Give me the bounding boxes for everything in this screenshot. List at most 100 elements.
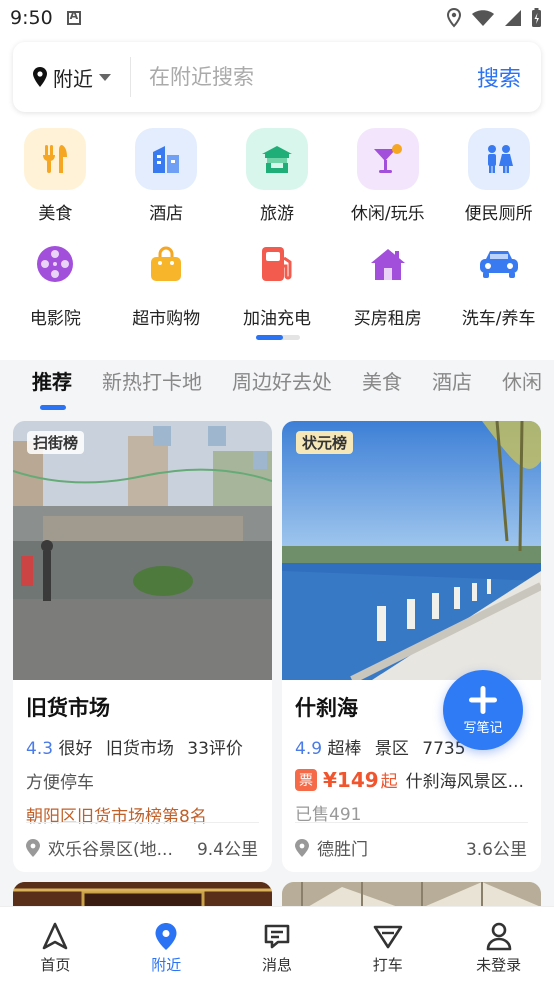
nav-label: 未登录: [476, 956, 522, 974]
tab-food[interactable]: 美食: [362, 366, 402, 395]
place-card[interactable]: 扫街榜 旧货市场 4.3 很好 旧货市场 33评价 方便停车 朝阳区旧货市场榜第…: [13, 421, 272, 872]
location-label: 附近: [53, 66, 93, 91]
place-footer: 欢乐谷景区(地... 9.4公里: [26, 835, 258, 860]
tab-hotel[interactable]: 酒店: [432, 366, 472, 395]
write-note-button[interactable]: 写笔记: [443, 670, 523, 750]
rank-badge: 状元榜: [296, 431, 354, 454]
battery-icon: [532, 8, 541, 27]
place-feature: 方便停车: [26, 773, 94, 793]
category-label: 休闲/玩乐: [350, 204, 425, 224]
place-photo: 状元榜: [282, 421, 541, 680]
film-reel-icon: [24, 233, 86, 295]
place-meta: 4.3 很好 旧货市场 33评价: [26, 734, 260, 759]
location-pin-icon: [33, 67, 47, 87]
search-bar: 附近 搜索: [13, 42, 541, 112]
nav-label: 消息: [261, 956, 292, 974]
notification-icon: [66, 9, 81, 25]
review-count: 33评价: [187, 739, 243, 759]
search-button[interactable]: 搜索: [477, 61, 541, 93]
fuel-pump-icon: [246, 233, 308, 295]
category-label: 电影院: [29, 309, 81, 329]
category-carwash[interactable]: 洗车/养车: [443, 233, 554, 338]
place-location: 欢乐谷景区(地...: [48, 840, 173, 860]
category-housing[interactable]: 买房租房: [332, 233, 443, 338]
nav-profile[interactable]: 未登录: [443, 907, 554, 984]
category-food[interactable]: 美食: [0, 128, 111, 233]
category-travel[interactable]: 旅游: [222, 128, 333, 233]
nav-messages[interactable]: 消息: [222, 907, 333, 984]
place-photo: 扫街榜: [13, 421, 272, 680]
nav-label: 首页: [40, 956, 71, 974]
rating-score: 4.9: [295, 739, 323, 759]
category-label: 美食: [38, 204, 73, 224]
chevron-down-icon: [99, 73, 111, 81]
restroom-icon: [467, 128, 530, 190]
location-selector[interactable]: 附近: [13, 57, 131, 97]
place-ranking: 朝阳区旧货市场榜第8名: [26, 807, 207, 827]
tab-bar: 推荐 新热打卡地 周边好去处 美食 酒店 休闲: [0, 366, 554, 416]
nav-label: 打车: [372, 956, 403, 974]
price-value: ¥149: [323, 767, 379, 792]
category-grid: 美食 酒店 旅游 休闲/玩乐 便民厕所 电影院 超市购物 加油充电 买房租房 洗…: [0, 128, 554, 338]
status-bar: 9:50: [0, 0, 554, 36]
category-label: 洗车/养车: [461, 309, 536, 329]
nav-taxi[interactable]: 打车: [332, 907, 443, 984]
category-label: 加油充电: [242, 309, 311, 329]
nav-home[interactable]: 首页: [0, 907, 111, 984]
bottom-nav: 首页 附近 消息 打车 未登录: [0, 906, 554, 984]
tab-hot-spots[interactable]: 新热打卡地: [102, 366, 202, 395]
rating-text: 很好: [58, 739, 93, 759]
rank-badge: 扫街榜: [27, 431, 85, 454]
category-label: 便民厕所: [464, 204, 533, 224]
nav-label: 附近: [151, 956, 182, 974]
tab-recommend[interactable]: 推荐: [32, 366, 72, 410]
signal-icon: [505, 10, 521, 26]
taxi-icon: [373, 925, 403, 949]
rating-text: 超棒: [327, 739, 362, 759]
price-suffix: 起: [380, 772, 398, 792]
place-category: 旧货市场: [105, 739, 174, 759]
category-leisure[interactable]: 休闲/玩乐: [332, 128, 443, 233]
category-label: 旅游: [259, 204, 294, 224]
category-shopping[interactable]: 超市购物: [111, 233, 222, 338]
message-icon: [264, 924, 290, 949]
hotel-icon: [135, 128, 198, 190]
location-status-icon: [446, 8, 462, 28]
category-label: 酒店: [149, 204, 184, 224]
place-title: 旧货市场: [26, 696, 110, 720]
price-row: 票 ¥149 起 什刹海风景区...: [295, 767, 529, 792]
status-time: 9:50: [10, 7, 53, 29]
location-pin-icon: [155, 923, 177, 950]
top-panel: 附近 搜索 美食 酒店 旅游: [0, 36, 554, 360]
user-icon: [486, 922, 511, 951]
category-fuel[interactable]: 加油充电: [222, 233, 333, 338]
wifi-icon: [472, 10, 494, 26]
rating-score: 4.3: [26, 739, 54, 759]
place-location: 德胜门: [317, 840, 368, 860]
category-hotel[interactable]: 酒店: [111, 128, 222, 233]
category-restroom[interactable]: 便民厕所: [443, 128, 554, 233]
pavilion-icon: [245, 128, 308, 190]
price-product-name: 什刹海风景区...: [405, 772, 524, 792]
tab-leisure[interactable]: 休闲: [502, 366, 542, 395]
plus-icon: [469, 685, 497, 714]
divider: [295, 822, 528, 823]
tab-nearby-places[interactable]: 周边好去处: [232, 366, 332, 395]
car-icon: [468, 233, 530, 295]
nav-nearby[interactable]: 附近: [111, 907, 222, 984]
write-note-label: 写笔记: [463, 720, 503, 736]
search-input[interactable]: [131, 57, 477, 97]
shopping-bag-icon: [135, 233, 197, 295]
fork-knife-icon: [24, 128, 87, 190]
category-label: 买房租房: [353, 309, 422, 329]
place-category: 景区: [374, 739, 409, 759]
category-cinema[interactable]: 电影院: [0, 233, 111, 338]
cocktail-icon: [356, 128, 419, 190]
ticket-icon: 票: [295, 768, 317, 791]
location-pin-icon: [295, 838, 309, 857]
place-card[interactable]: 状元榜 什刹海 4.9 超棒 景区 7735 票 ¥149 起 什刹海风景区..…: [282, 421, 541, 872]
navigation-arrow-icon: [43, 922, 68, 950]
place-distance: 9.4公里: [196, 840, 258, 860]
place-footer: 德胜门 3.6公里: [295, 835, 527, 860]
place-distance: 3.6公里: [465, 840, 527, 860]
